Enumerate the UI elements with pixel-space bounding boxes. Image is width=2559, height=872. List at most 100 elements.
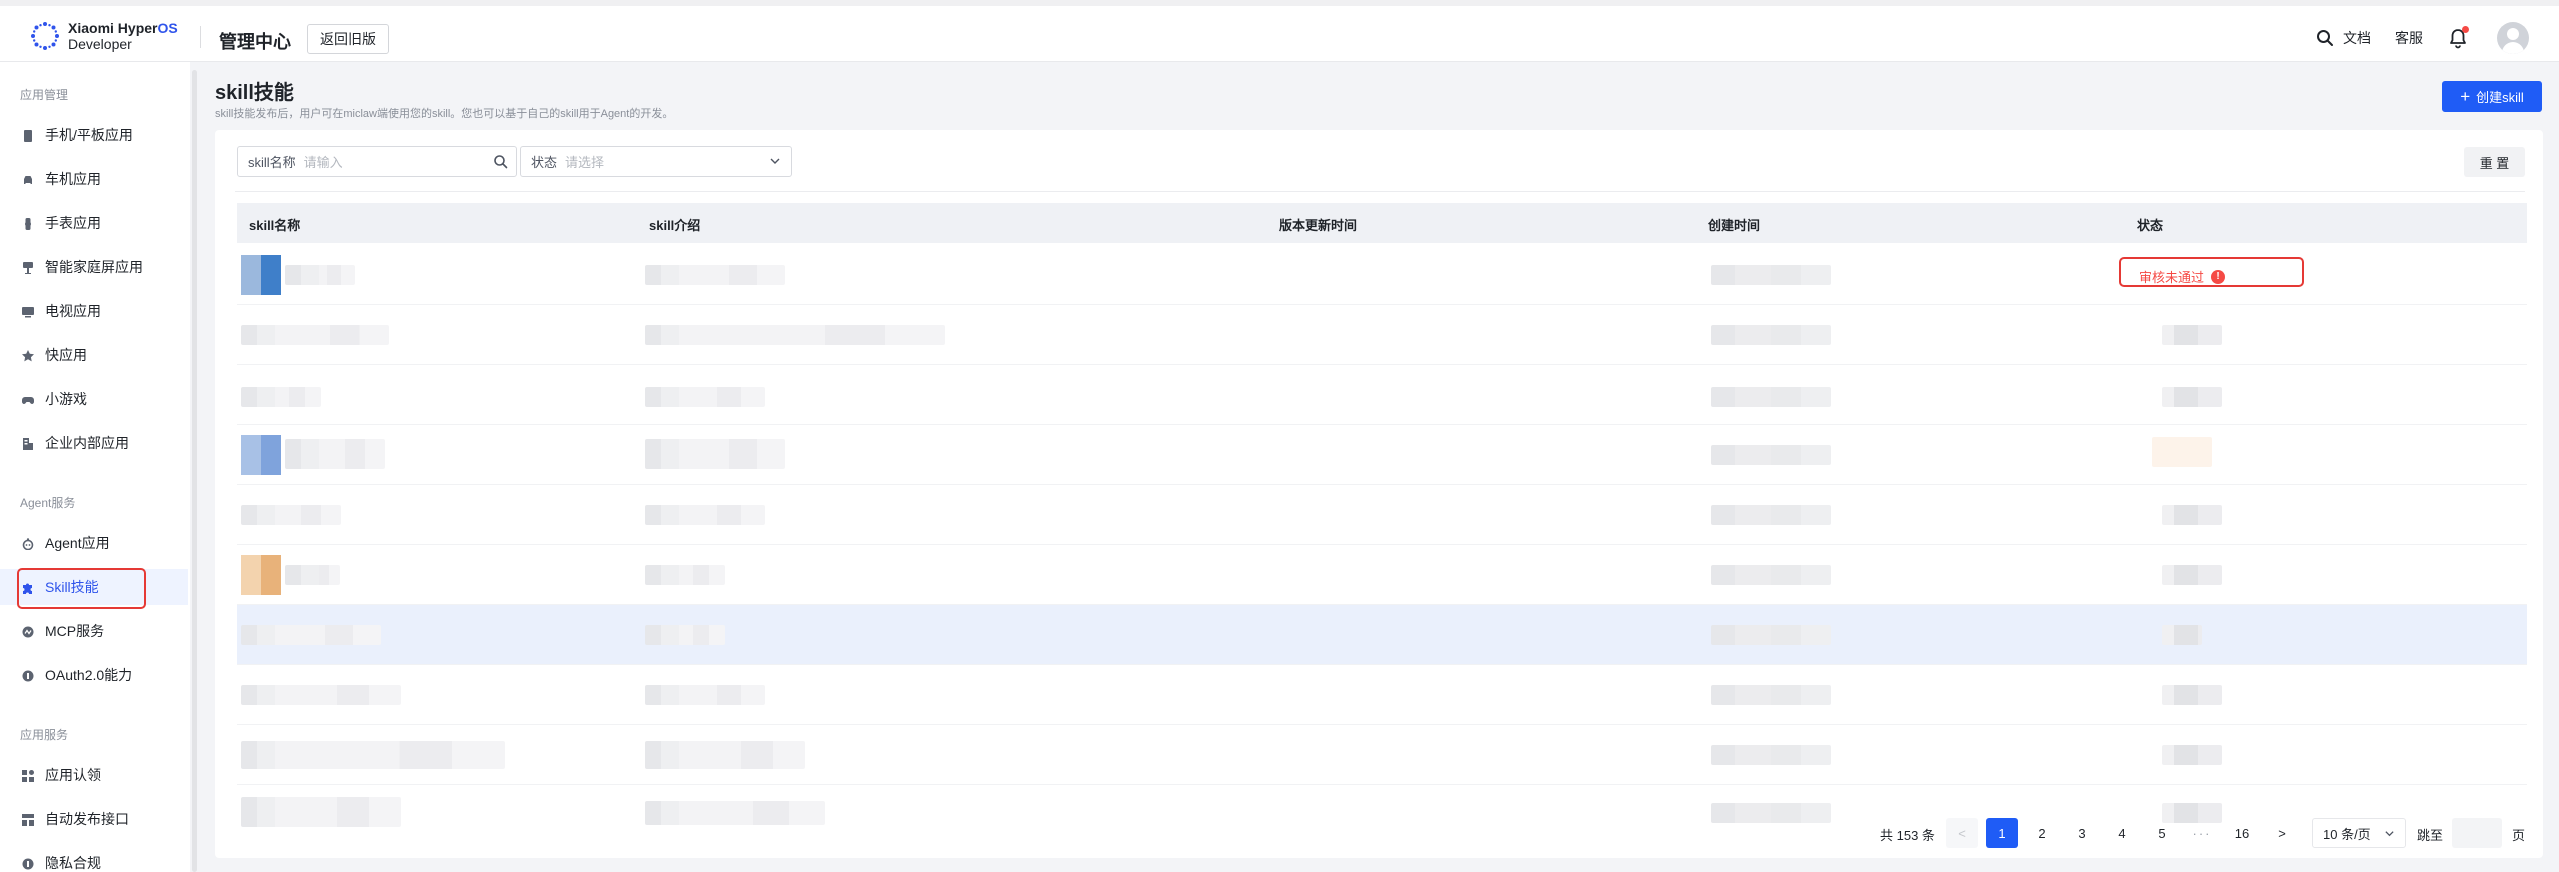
- sidebar-item-enterprise[interactable]: 企业内部应用: [0, 425, 188, 461]
- logo-developer-text: Developer: [68, 36, 132, 52]
- pagination-page-2[interactable]: 2: [2026, 818, 2058, 848]
- blurred-skill-name: [241, 625, 381, 645]
- blurred-create-time: [1711, 685, 1831, 705]
- table-row[interactable]: [237, 305, 2527, 365]
- skill-name-search-input[interactable]: skill名称 请输入: [237, 146, 517, 177]
- sidebar-item-mini-game[interactable]: 小游戏: [0, 381, 188, 417]
- column-header-version-update-time: 版本更新时间: [1279, 218, 1358, 233]
- sidebar-item-label: 企业内部应用: [45, 435, 129, 451]
- back-to-old-version-button[interactable]: 返回旧版: [307, 24, 389, 54]
- car-icon: [22, 173, 34, 185]
- table-header: skill名称 skill介绍 版本更新时间 创建时间 状态: [237, 203, 2527, 243]
- building-icon: [22, 437, 34, 450]
- blurred-skill-name: [241, 741, 505, 769]
- table-row[interactable]: [237, 725, 2527, 785]
- pagination-prev-button[interactable]: <: [1946, 818, 1978, 848]
- watch-icon: [22, 217, 34, 230]
- highlight-box-sidebar-skill: [17, 568, 146, 609]
- support-link[interactable]: 客服: [2395, 28, 2423, 48]
- sidebar: 应用管理 手机/平板应用 车机应用 手表应用 智能家庭屏应用 电视应用 快应用 …: [0, 62, 190, 872]
- blurred-status: [2162, 325, 2222, 345]
- jump-page-input[interactable]: [2452, 818, 2502, 848]
- skill-icon-image: [241, 555, 281, 595]
- pagination-ellipsis[interactable]: ···: [2186, 818, 2218, 848]
- page-description: skill技能发布后，用户可在miclaw端使用您的skill。您也可以基于自己…: [215, 108, 674, 120]
- pagination-page-5[interactable]: 5: [2146, 818, 2178, 848]
- sidebar-item-label: MCP服务: [45, 623, 105, 639]
- sidebar-item-smart-home-screen[interactable]: 智能家庭屏应用: [0, 249, 188, 285]
- page-header-title: 管理中心: [219, 32, 291, 52]
- blurred-create-time: [1711, 387, 1831, 407]
- pagination-next-button[interactable]: >: [2266, 818, 2298, 848]
- logo-os-text: OS: [157, 20, 178, 36]
- sidebar-scrollbar[interactable]: [192, 70, 197, 872]
- docs-link[interactable]: 文档: [2343, 28, 2371, 48]
- sidebar-item-label: 手表应用: [45, 215, 101, 231]
- status-filter-label: 状态: [531, 155, 558, 170]
- table-row[interactable]: [237, 485, 2527, 545]
- table-row[interactable]: [237, 665, 2527, 725]
- blurred-status: [2162, 625, 2202, 645]
- page-size-select[interactable]: 10 条/页: [2312, 818, 2406, 848]
- chevron-down-icon: [2385, 831, 2394, 837]
- bell-icon[interactable]: [2447, 26, 2469, 49]
- chevron-down-icon: [770, 158, 780, 164]
- search-icon[interactable]: [2315, 28, 2335, 48]
- sidebar-item-agent-app[interactable]: Agent应用: [0, 525, 188, 561]
- skill-name-placeholder: 请输入: [303, 155, 343, 170]
- table-row[interactable]: [237, 785, 2527, 845]
- blurred-create-time: [1711, 445, 1831, 465]
- sidebar-item-label: 电视应用: [45, 303, 101, 319]
- sidebar-item-label: 车机应用: [45, 171, 101, 187]
- user-avatar-icon[interactable]: [2497, 22, 2529, 54]
- home-screen-icon: [22, 261, 34, 274]
- status-select[interactable]: 状态 请选择: [520, 146, 792, 177]
- sidebar-item-quick-app[interactable]: 快应用: [0, 337, 188, 373]
- sidebar-item-watch[interactable]: 手表应用: [0, 205, 188, 241]
- blurred-skill-intro: [645, 387, 765, 407]
- blurred-create-time: [1711, 625, 1831, 645]
- sidebar-item-car[interactable]: 车机应用: [0, 161, 188, 197]
- pagination-page-16[interactable]: 16: [2226, 818, 2258, 848]
- blurred-skill-intro: [645, 685, 765, 705]
- pagination-page-4[interactable]: 4: [2106, 818, 2138, 848]
- blurred-status: [2152, 437, 2212, 467]
- logo[interactable]: Xiaomi HyperOS Developer: [30, 20, 178, 52]
- table-row[interactable]: [237, 365, 2527, 425]
- pagination-page-1[interactable]: 1: [1986, 818, 2018, 848]
- logo-brand-text: Xiaomi Hyper: [68, 20, 158, 36]
- sidebar-item-oauth[interactable]: OAuth2.0能力: [0, 657, 188, 693]
- sidebar-item-label: Agent应用: [45, 535, 110, 551]
- blurred-skill-name: [241, 685, 401, 705]
- blurred-create-time: [1711, 745, 1831, 765]
- reset-button[interactable]: 重 置: [2464, 147, 2525, 177]
- skill-list-card: skill名称 请输入 状态 请选择 重 置 skill名称 skill介绍 版…: [215, 130, 2543, 858]
- page-size-value: 10 条/页: [2323, 826, 2371, 842]
- blurred-skill-name: [241, 325, 389, 345]
- page-suffix-label: 页: [2512, 828, 2526, 843]
- sidebar-item-auto-publish[interactable]: 自动发布接口: [0, 801, 188, 837]
- highlight-box-status: [2119, 257, 2304, 287]
- blurred-status: [2162, 505, 2222, 525]
- publish-icon: [22, 813, 34, 826]
- table-row[interactable]: [237, 545, 2527, 605]
- create-skill-button[interactable]: + 创建skill: [2442, 81, 2542, 112]
- skill-icon-image: [241, 255, 281, 295]
- search-icon[interactable]: [493, 154, 508, 169]
- sidebar-item-mcp[interactable]: MCP服务: [0, 613, 188, 649]
- sidebar-item-tv[interactable]: 电视应用: [0, 293, 188, 329]
- sidebar-item-app-claim[interactable]: 应用认领: [0, 757, 188, 793]
- blurred-status: [2162, 565, 2222, 585]
- header-divider: [200, 26, 201, 48]
- column-header-skill-intro: skill介绍: [649, 218, 701, 233]
- blurred-skill-intro: [645, 625, 725, 645]
- pagination-page-3[interactable]: 3: [2066, 818, 2098, 848]
- claim-icon: [22, 769, 34, 782]
- table-row[interactable]: [237, 425, 2527, 485]
- sidebar-item-privacy[interactable]: 隐私合规: [0, 845, 188, 872]
- shield-icon: [22, 669, 34, 682]
- table-row[interactable]: [237, 605, 2527, 665]
- sidebar-item-phone-tablet[interactable]: 手机/平板应用: [0, 117, 188, 153]
- status-placeholder: 请选择: [565, 155, 605, 170]
- blurred-status: [2162, 685, 2222, 705]
